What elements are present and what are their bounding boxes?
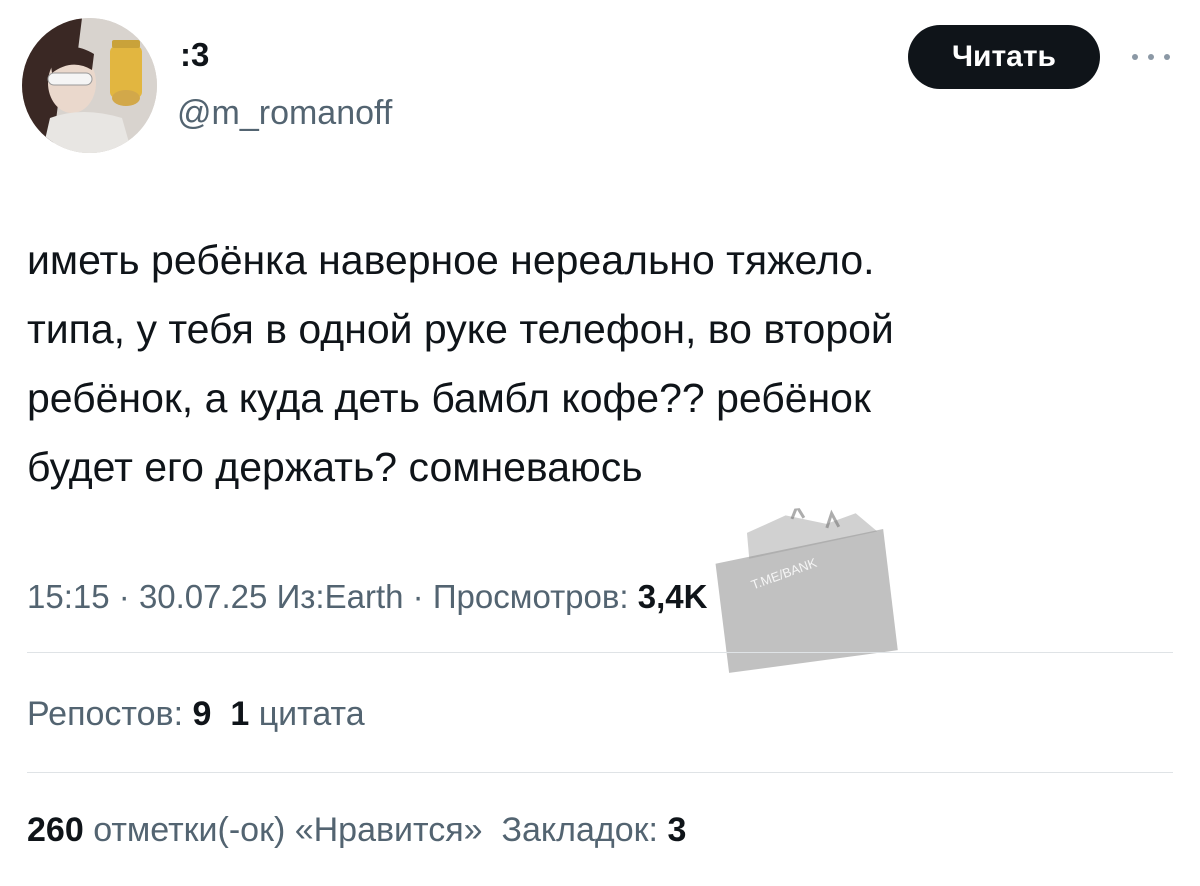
likes-label[interactable]: отметки(-ок) «Нравится»	[93, 811, 482, 849]
tweet-text: иметь ребёнка наверное нереально тяжело.…	[27, 237, 894, 490]
tweet-time[interactable]: 15:15	[27, 578, 110, 615]
likes-count[interactable]: 260	[27, 811, 84, 849]
follow-button[interactable]: Читать	[908, 25, 1100, 89]
meta-separator: ·	[412, 578, 424, 615]
avatar-image	[22, 18, 157, 153]
divider	[27, 652, 1173, 653]
avatar[interactable]	[22, 18, 157, 153]
reposts-row: Репостов: 9 1 цитата	[27, 694, 365, 734]
author-handle[interactable]: @m_romanoff	[177, 93, 392, 133]
more-horizontal-icon[interactable]	[1128, 50, 1174, 64]
views-label: Просмотров:	[432, 578, 629, 615]
watermark-text: T.ME/BANK	[749, 555, 819, 593]
tweet-meta: 15:15 · 30.07.25 Из:Earth · Просмотров: …	[27, 577, 707, 617]
divider	[27, 772, 1173, 773]
likes-bookmarks-row: 260 отметки(-ок) «Нравится» Закладок: 3	[27, 810, 686, 850]
views-count: 3,4K	[637, 578, 708, 615]
bookmarks-label: Закладок:	[501, 811, 658, 849]
meta-separator: ·	[118, 578, 130, 615]
tweet-source: Из:Earth	[276, 578, 404, 615]
bookmarks-count: 3	[667, 811, 687, 849]
reposts-label[interactable]: Репостов:	[27, 695, 183, 733]
quotes-label[interactable]: цитата	[259, 695, 365, 733]
watermark-stamp: T.ME/BANK	[715, 503, 898, 673]
tweet-date[interactable]: 30.07.25	[139, 578, 267, 615]
reposts-count[interactable]: 9	[192, 695, 211, 733]
quotes-count[interactable]: 1	[230, 695, 249, 733]
author-display-name[interactable]: :3	[180, 35, 209, 75]
